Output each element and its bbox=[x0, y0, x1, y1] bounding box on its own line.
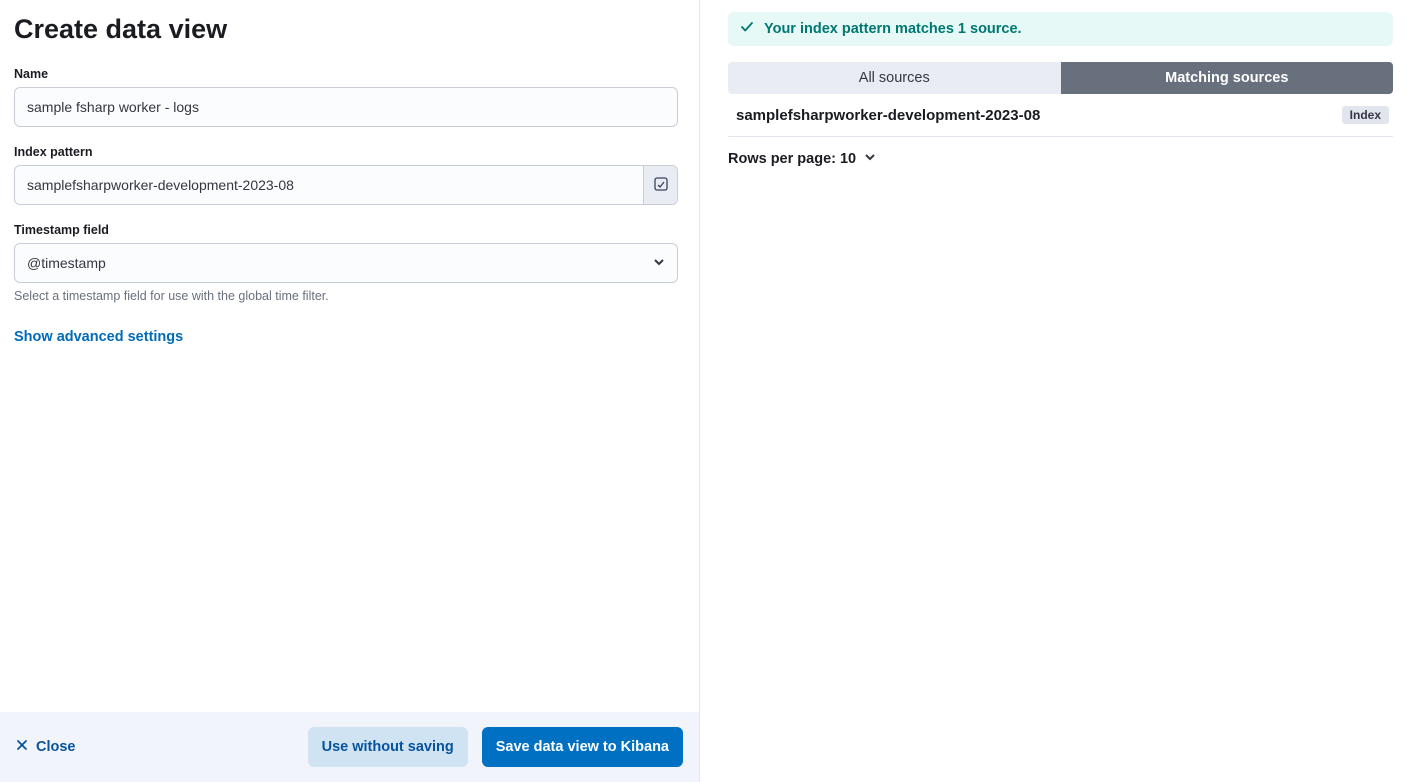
match-callout-text: Your index pattern matches 1 source. bbox=[764, 21, 1022, 37]
save-data-view-button[interactable]: Save data view to Kibana bbox=[482, 727, 683, 767]
timestamp-select[interactable]: @timestamp bbox=[14, 243, 678, 283]
source-name: samplefsharpworker-development-2023-08 bbox=[736, 107, 1040, 124]
tab-matching-sources[interactable]: Matching sources bbox=[1061, 62, 1394, 94]
query-language-icon bbox=[653, 176, 669, 195]
index-pattern-label: Index pattern bbox=[14, 145, 685, 159]
tab-all-sources[interactable]: All sources bbox=[728, 62, 1061, 94]
close-button-label: Close bbox=[36, 739, 76, 755]
source-type-badge: Index bbox=[1342, 106, 1389, 124]
timestamp-label: Timestamp field bbox=[14, 223, 685, 237]
rows-per-page-button[interactable]: Rows per page: 10 bbox=[728, 151, 1393, 167]
name-input[interactable] bbox=[14, 87, 678, 127]
chevron-down-icon bbox=[864, 151, 876, 167]
use-without-saving-button[interactable]: Use without saving bbox=[308, 727, 468, 767]
check-icon bbox=[740, 20, 754, 38]
page-title: Create data view bbox=[14, 14, 685, 45]
sources-tabs: All sources Matching sources bbox=[728, 62, 1393, 94]
name-label: Name bbox=[14, 67, 685, 81]
timestamp-help: Select a timestamp field for use with th… bbox=[14, 289, 685, 303]
source-row[interactable]: samplefsharpworker-development-2023-08 I… bbox=[728, 94, 1393, 137]
close-button[interactable]: Close bbox=[16, 739, 76, 755]
close-icon bbox=[16, 739, 28, 755]
index-pattern-input[interactable] bbox=[15, 166, 643, 204]
index-pattern-lang-button[interactable] bbox=[643, 166, 677, 204]
show-advanced-settings-link[interactable]: Show advanced settings bbox=[14, 329, 183, 345]
chevron-down-icon bbox=[653, 255, 665, 271]
rows-per-page-label: Rows per page: 10 bbox=[728, 151, 856, 167]
timestamp-select-value: @timestamp bbox=[27, 255, 106, 271]
match-callout: Your index pattern matches 1 source. bbox=[728, 12, 1393, 46]
